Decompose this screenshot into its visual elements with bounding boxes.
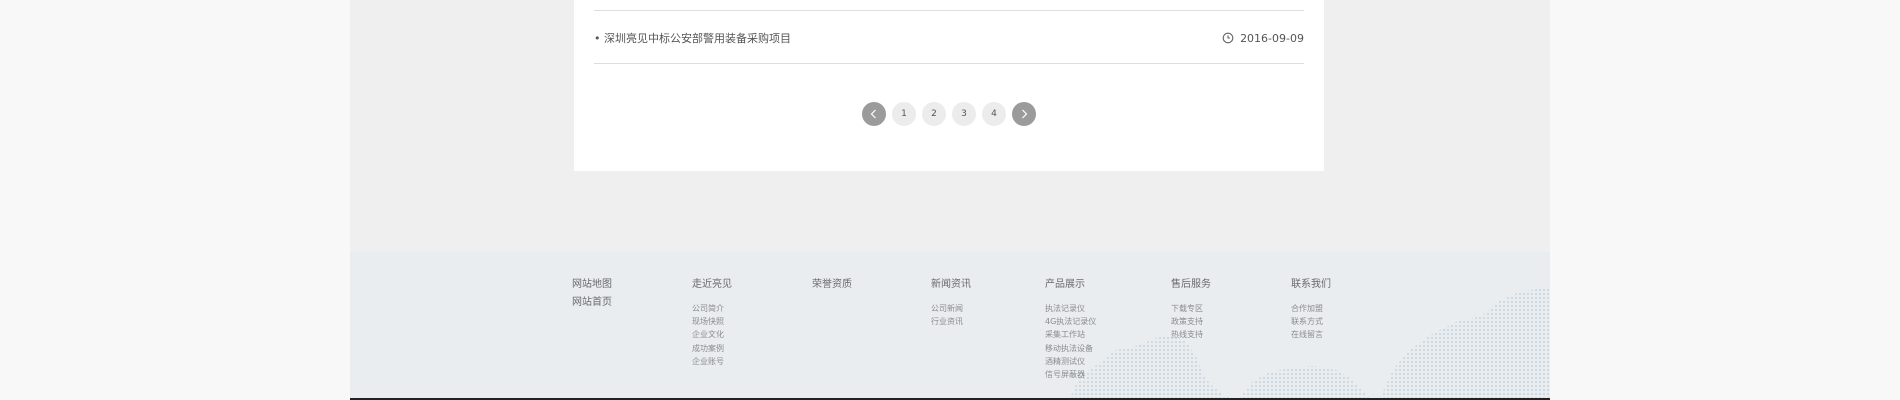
footer-heading-service[interactable]: 售后服务: [1171, 278, 1211, 292]
news-list-item: • 深圳亮见中标公安部警用装备采购项目 2016-09-09: [594, 29, 1304, 47]
clock-icon: [1222, 32, 1234, 44]
page-button-3[interactable]: 3: [952, 102, 976, 126]
divider: [594, 10, 1304, 11]
page-content-area: • 深圳亮见中标公安部警用装备采购项目 2016-09-09 1 2 3 4 网…: [350, 0, 1550, 400]
footer-link[interactable]: 联系方式: [1291, 315, 1331, 328]
footer-col-service: 售后服务 下载专区 政策支持 热线支持: [1171, 278, 1211, 342]
footer-link[interactable]: 合作加盟: [1291, 302, 1331, 315]
footer-col-about: 走近亮见 公司简介 现场快照 企业文化 成功案例 企业账号: [692, 278, 732, 368]
pagination: 1 2 3 4: [574, 102, 1324, 126]
footer-col-products: 产品展示 执法记录仪 4G执法记录仪 采集工作站 移动执法设备 酒精测试仪 信号…: [1045, 278, 1096, 381]
divider: [594, 63, 1304, 64]
footer-link[interactable]: 移动执法设备: [1045, 342, 1096, 355]
footer-link[interactable]: 下载专区: [1171, 302, 1211, 315]
footer-col-news: 新闻资讯 公司新闻 行业资讯: [931, 278, 971, 328]
news-item-date-wrap: 2016-09-09: [1222, 32, 1304, 45]
news-item-title[interactable]: • 深圳亮见中标公安部警用装备采购项目: [594, 30, 791, 46]
footer-heading-honors[interactable]: 荣誉资质: [812, 278, 852, 292]
page-button-4[interactable]: 4: [982, 102, 1006, 126]
footer-link[interactable]: 信号屏蔽器: [1045, 368, 1096, 381]
page-button-2[interactable]: 2: [922, 102, 946, 126]
chevron-left-icon: [870, 109, 876, 119]
footer-link[interactable]: 企业文化: [692, 328, 732, 341]
next-page-button[interactable]: [1012, 102, 1036, 126]
footer-link[interactable]: 在线留言: [1291, 328, 1331, 341]
news-item-date: 2016-09-09: [1240, 31, 1304, 45]
footer-link[interactable]: 采集工作站: [1045, 328, 1096, 341]
footer-col-contact: 联系我们 合作加盟 联系方式 在线留言: [1291, 278, 1331, 342]
site-footer: 网站地图 网站首页 走近亮见 公司简介 现场快照 企业文化 成功案例 企业账号 …: [350, 252, 1550, 400]
footer-link[interactable]: 热线支持: [1171, 328, 1211, 341]
footer-heading-about[interactable]: 走近亮见: [692, 278, 732, 292]
chevron-right-icon: [1022, 109, 1028, 119]
footer-link[interactable]: 成功案例: [692, 342, 732, 355]
footer-link[interactable]: 4G执法记录仪: [1045, 315, 1096, 328]
footer-link[interactable]: 公司简介: [692, 302, 732, 315]
footer-link[interactable]: 政策支持: [1171, 315, 1211, 328]
footer-link[interactable]: 行业资讯: [931, 315, 971, 328]
footer-link[interactable]: 现场快照: [692, 315, 732, 328]
footer-col-honors: 荣誉资质: [812, 278, 852, 302]
footer-link[interactable]: 酒精测试仪: [1045, 355, 1096, 368]
footer-heading-news[interactable]: 新闻资讯: [931, 278, 971, 292]
footer-link[interactable]: 公司新闻: [931, 302, 971, 315]
footer-col-sitemap: 网站地图 网站首页: [572, 278, 612, 320]
footer-link[interactable]: 企业账号: [692, 355, 732, 368]
footer-link-home[interactable]: 网站首页: [572, 296, 612, 310]
news-list-card: • 深圳亮见中标公安部警用装备采购项目 2016-09-09 1 2 3 4: [574, 0, 1324, 171]
footer-link[interactable]: 执法记录仪: [1045, 302, 1096, 315]
prev-page-button[interactable]: [862, 102, 886, 126]
footer-heading-products[interactable]: 产品展示: [1045, 278, 1096, 292]
footer-heading-sitemap[interactable]: 网站地图: [572, 278, 612, 292]
page-button-1[interactable]: 1: [892, 102, 916, 126]
footer-heading-contact[interactable]: 联系我们: [1291, 278, 1331, 292]
world-map-dots-decoration: [1070, 288, 1550, 398]
